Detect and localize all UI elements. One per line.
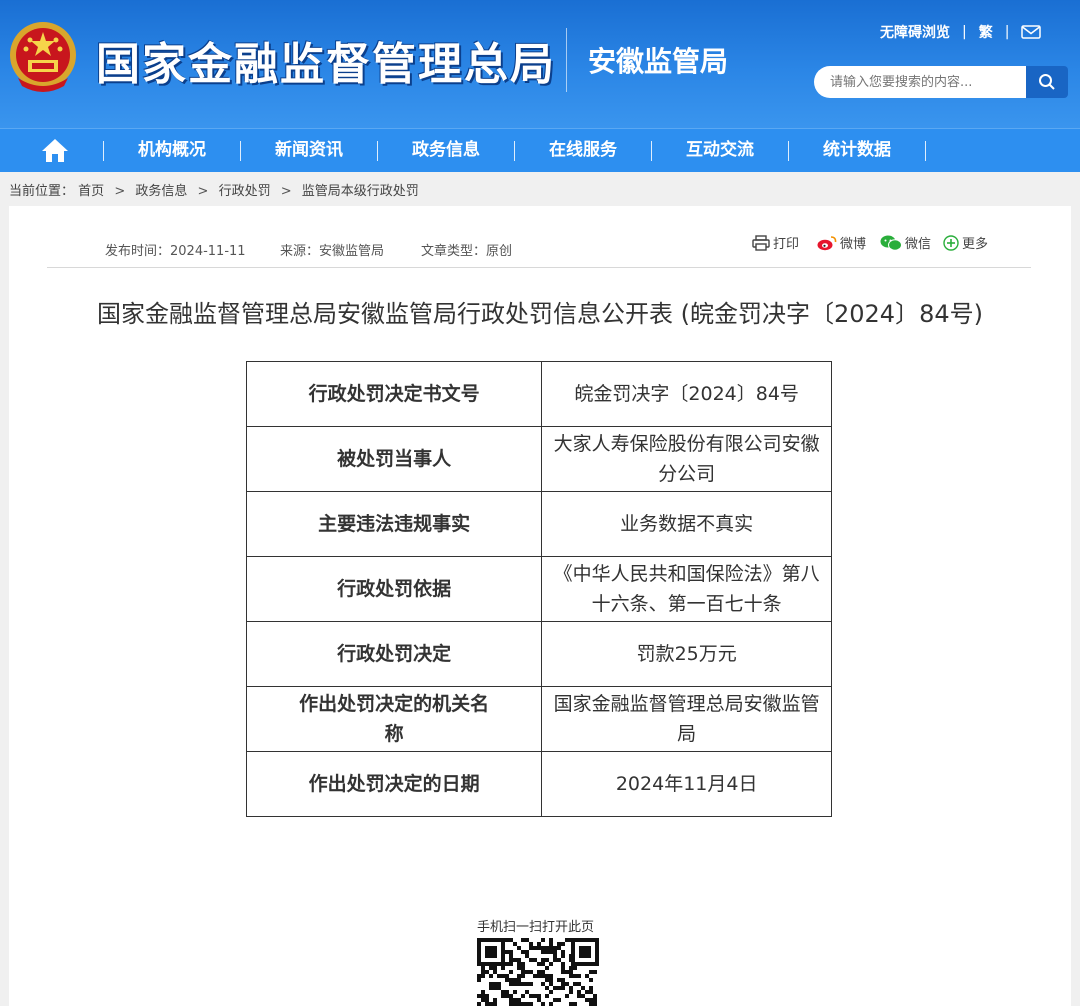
nav-item-online-services[interactable]: 在线服务 <box>515 129 651 172</box>
national-emblem-icon <box>10 22 76 92</box>
title-divider <box>566 28 567 92</box>
search-icon <box>1039 74 1055 90</box>
wechat-icon <box>880 235 903 251</box>
penalty-info-table: 行政处罚决定书文号 皖金罚决字〔2024〕84号 被处罚当事人 大家人寿保险股份… <box>245 361 832 817</box>
breadcrumb: 当前位置： 首页 > 政务信息 > 行政处罚 > 监管局本级行政处罚 <box>9 180 419 199</box>
breadcrumb-penalty[interactable]: 行政处罚 <box>219 184 271 199</box>
breadcrumb-separator: > <box>114 184 126 199</box>
article-card: 发布时间：2024-11-11 来源：安徽监管局 文章类型：原创 打印 微博 微… <box>9 206 1071 1006</box>
traditional-chinese-link[interactable]: 繁 <box>979 22 993 42</box>
table-key-cell: 作出处罚决定的日期 <box>245 751 543 817</box>
print-button[interactable]: 打印 <box>752 233 799 252</box>
main-nav: 机构概况 新闻资讯 政务信息 在线服务 互动交流 统计数据 <box>0 128 1080 172</box>
weibo-share-button[interactable]: 微博 <box>817 233 866 252</box>
site-title[interactable]: 国家金融监督管理总局 <box>96 28 556 92</box>
table-key-cell: 被处罚当事人 <box>245 426 543 492</box>
qr-caption: 手机扫一扫打开此页 <box>477 920 595 935</box>
link-separator: | <box>962 24 967 40</box>
mail-icon[interactable] <box>1021 25 1042 39</box>
table-row: 被处罚当事人 大家人寿保险股份有限公司安徽分公司 <box>245 426 832 492</box>
table-value-cell: 大家人寿保险股份有限公司安徽分公司 <box>541 426 832 492</box>
qr-code-icon <box>477 936 599 1006</box>
nav-item-statistics[interactable]: 统计数据 <box>789 129 925 172</box>
weibo-icon <box>817 235 837 250</box>
table-value-cell: 罚款25万元 <box>541 621 832 687</box>
more-label: 更多 <box>962 237 989 252</box>
home-icon[interactable] <box>40 137 70 164</box>
article-type: 文章类型：原创 <box>421 244 513 259</box>
table-row: 行政处罚依据 《中华人民共和国保险法》第八十六条、第一百七十条 <box>245 556 832 622</box>
table-row: 主要违法违规事实 业务数据不真实 <box>245 491 832 557</box>
breadcrumb-current[interactable]: 监管局本级行政处罚 <box>302 184 419 199</box>
article-title: 国家金融监督管理总局安徽监管局行政处罚信息公开表 (皖金罚决字〔2024〕84号… <box>97 300 983 328</box>
table-row: 行政处罚决定 罚款25万元 <box>245 621 832 687</box>
more-share-button[interactable]: 更多 <box>943 233 988 252</box>
table-key-cell: 行政处罚决定书文号 <box>245 361 543 427</box>
breadcrumb-government-info[interactable]: 政务信息 <box>135 184 187 199</box>
wechat-share-button[interactable]: 微信 <box>880 233 931 252</box>
top-links: 无障碍浏览 | 繁 | <box>880 22 1042 42</box>
search-button[interactable] <box>1026 66 1068 98</box>
table-value-cell: 《中华人民共和国保险法》第八十六条、第一百七十条 <box>541 556 832 622</box>
print-label: 打印 <box>773 237 800 252</box>
sub-title: 安徽监管局 <box>588 45 729 78</box>
meta-divider <box>47 267 1031 268</box>
nav-item-about[interactable]: 机构概况 <box>104 129 240 172</box>
share-bar: 打印 微博 微信 更多 <box>752 233 996 252</box>
site-header: 国家金融监督管理总局 安徽监管局 无障碍浏览 | 繁 | <box>0 0 1080 128</box>
search-box <box>814 66 1068 98</box>
nav-item-news[interactable]: 新闻资讯 <box>241 129 377 172</box>
breadcrumb-separator: > <box>280 184 292 199</box>
nav-item-interaction[interactable]: 互动交流 <box>652 129 788 172</box>
breadcrumb-home[interactable]: 首页 <box>78 184 104 199</box>
table-value-cell: 2024年11月4日 <box>541 751 832 817</box>
table-key-cell: 作出处罚决定的机关名称 <box>245 686 543 752</box>
table-value-cell: 业务数据不真实 <box>541 491 832 557</box>
printer-icon <box>752 234 770 251</box>
table-row: 作出处罚决定的日期 2024年11月4日 <box>245 751 832 817</box>
table-key-cell: 主要违法违规事实 <box>245 491 543 557</box>
breadcrumb-separator: > <box>197 184 209 199</box>
nav-separator <box>925 141 926 161</box>
article-source: 来源：安徽监管局 <box>280 244 385 259</box>
table-row: 作出处罚决定的机关名称 国家金融监督管理总局安徽监管局 <box>245 686 832 752</box>
publish-time: 发布时间：2024-11-11 <box>105 244 246 259</box>
nav-item-government-info[interactable]: 政务信息 <box>378 129 514 172</box>
link-separator: | <box>1004 24 1010 40</box>
table-value-cell: 国家金融监督管理总局安徽监管局 <box>541 686 832 752</box>
table-key-cell: 行政处罚依据 <box>245 556 543 622</box>
accessibility-link[interactable]: 无障碍浏览 <box>880 22 950 42</box>
wechat-label: 微信 <box>905 237 932 252</box>
table-key-cell: 行政处罚决定 <box>245 621 543 687</box>
weibo-label: 微博 <box>840 237 867 252</box>
breadcrumb-prefix: 当前位置： <box>9 184 75 199</box>
table-value-cell: 皖金罚决字〔2024〕84号 <box>541 361 832 427</box>
search-input[interactable] <box>814 66 1026 98</box>
plus-circle-icon <box>943 234 959 251</box>
table-row: 行政处罚决定书文号 皖金罚决字〔2024〕84号 <box>245 361 832 427</box>
